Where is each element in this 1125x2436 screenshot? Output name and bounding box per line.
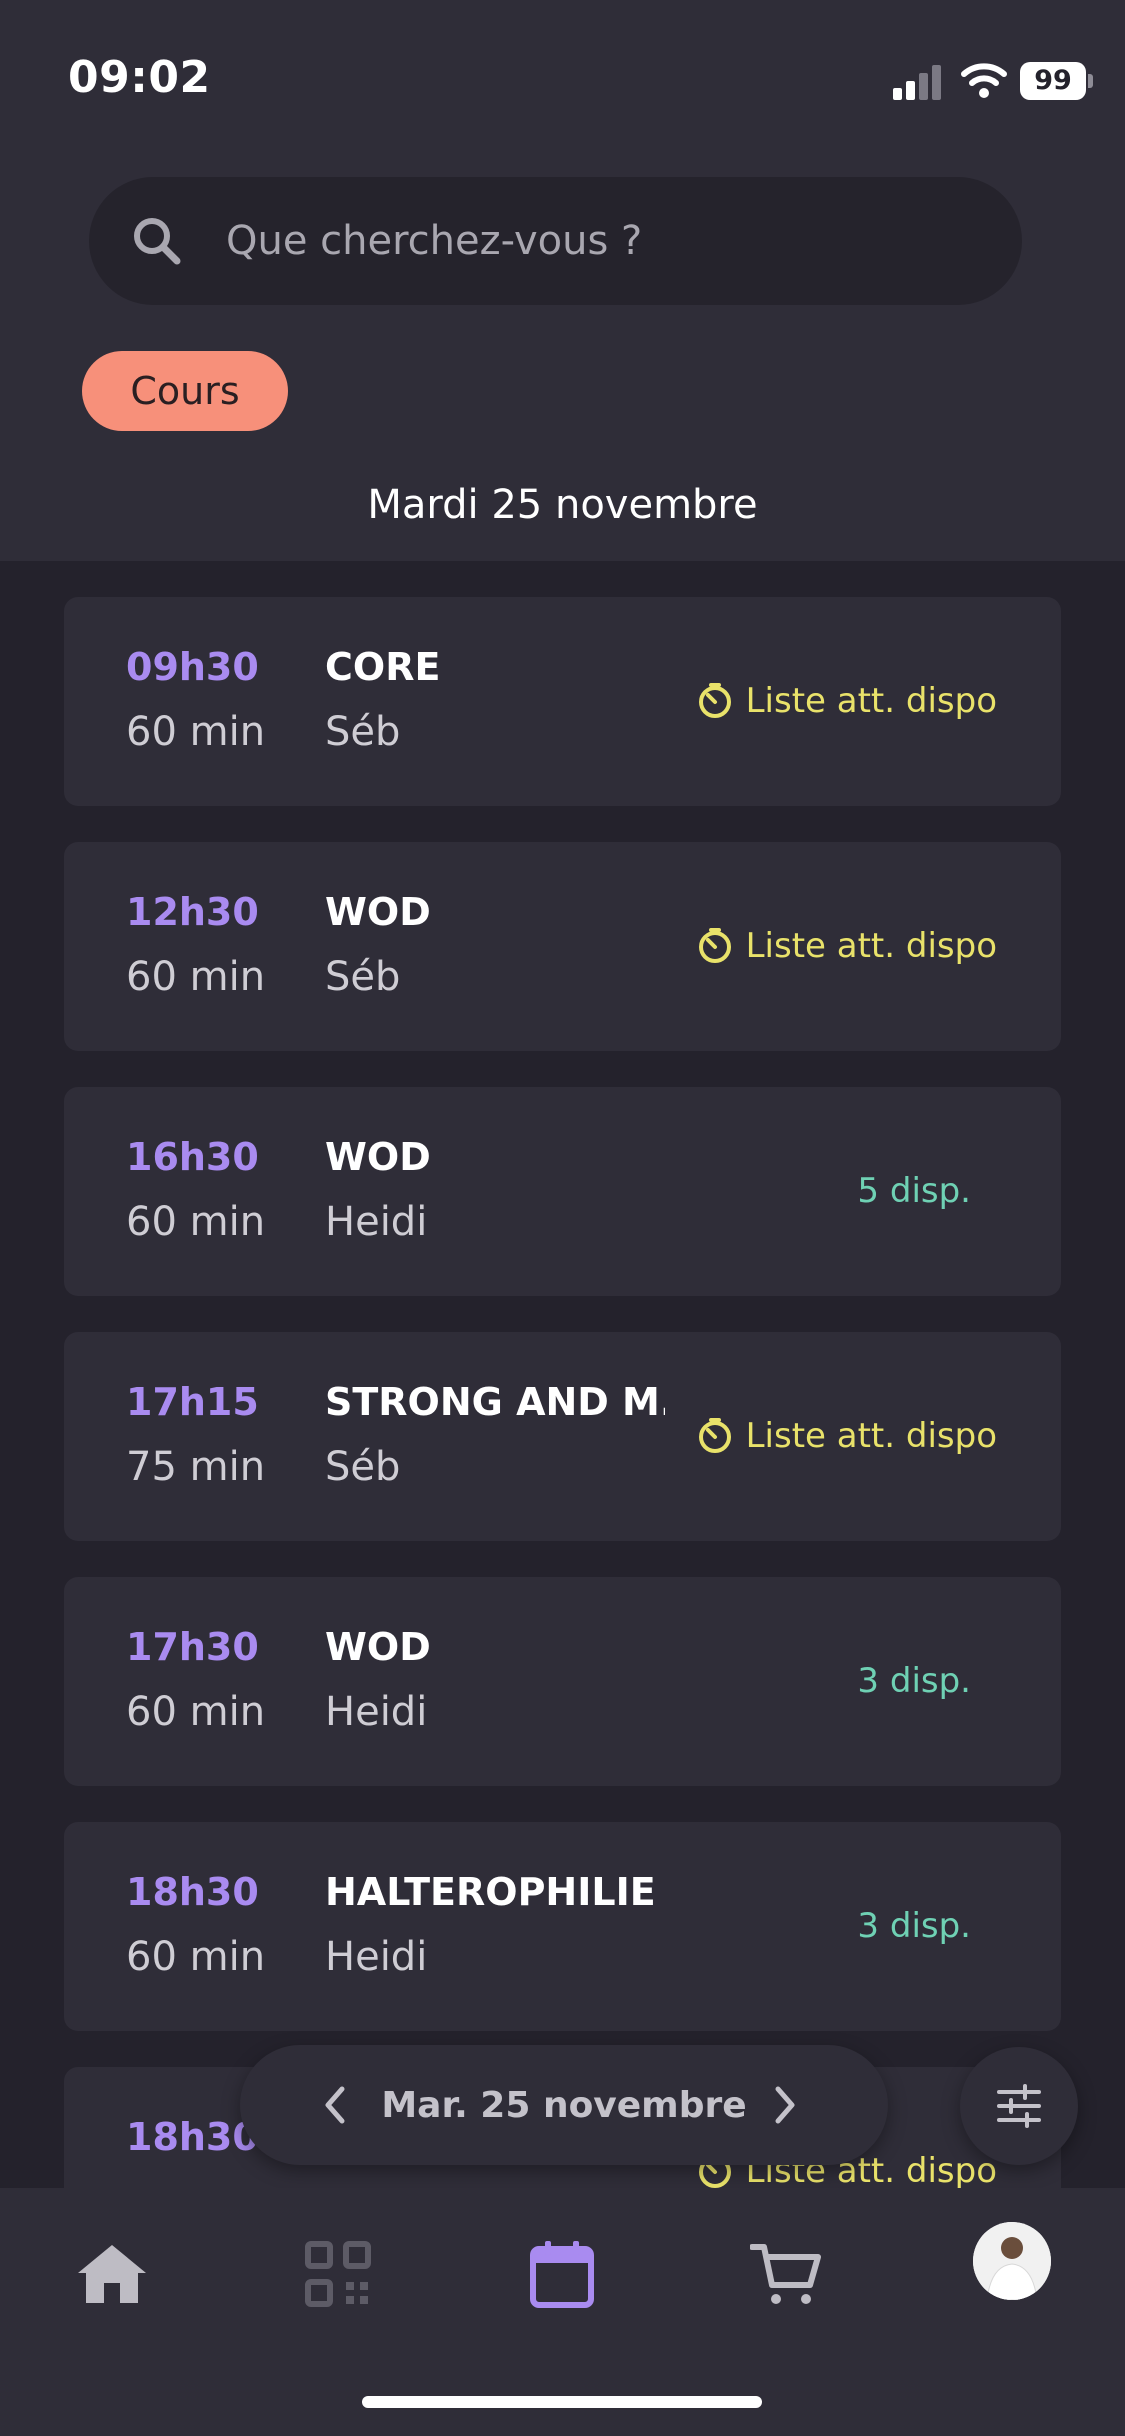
timer-icon bbox=[698, 1418, 731, 1453]
class-coach: Heidi bbox=[325, 1199, 428, 1245]
class-time: 18h30 bbox=[126, 1870, 259, 1914]
search-bar[interactable] bbox=[89, 177, 1022, 305]
class-name: WOD bbox=[325, 890, 431, 934]
sliders-icon bbox=[997, 2084, 1041, 2128]
class-duration: 60 min bbox=[126, 1689, 266, 1735]
class-coach: Séb bbox=[325, 1444, 401, 1490]
class-name: HALTEROPHILIE bbox=[325, 1870, 656, 1914]
class-coach: Heidi bbox=[325, 1689, 428, 1735]
search-icon bbox=[131, 215, 183, 271]
battery-tip bbox=[1088, 74, 1093, 88]
class-name: WOD bbox=[325, 1625, 431, 1669]
class-time: 16h30 bbox=[126, 1135, 259, 1179]
tab-qr[interactable] bbox=[290, 2226, 386, 2322]
class-name: CORE bbox=[325, 645, 441, 689]
tab-profile-avatar[interactable] bbox=[973, 2222, 1051, 2300]
tab-calendar[interactable] bbox=[514, 2226, 610, 2322]
class-status: 3 disp. bbox=[857, 1906, 971, 1946]
filter-chip-cours[interactable]: Cours bbox=[82, 351, 288, 431]
class-name: WOD bbox=[325, 1135, 431, 1179]
cellular-signal-icon bbox=[893, 64, 943, 100]
class-time: 17h30 bbox=[126, 1625, 259, 1669]
tab-cart[interactable] bbox=[738, 2226, 834, 2322]
class-coach: Séb bbox=[325, 709, 401, 755]
class-status-label: Liste att. dispo bbox=[745, 681, 997, 721]
status-bar: 09:02 99 bbox=[0, 0, 1125, 150]
class-status: Liste att. dispo bbox=[696, 681, 997, 721]
qr-code-icon bbox=[305, 2241, 371, 2307]
class-time: 17h15 bbox=[126, 1380, 259, 1424]
cart-icon bbox=[750, 2244, 821, 2304]
avatar-icon bbox=[973, 2222, 1051, 2300]
class-duration: 60 min bbox=[126, 1934, 266, 1980]
class-time: 18h30 bbox=[126, 2115, 259, 2159]
class-duration: 75 min bbox=[126, 1444, 266, 1490]
class-status-label: Liste att. dispo bbox=[745, 1416, 997, 1456]
class-name: STRONG AND M... bbox=[325, 1380, 665, 1424]
chevron-right-icon[interactable] bbox=[770, 2083, 800, 2131]
class-status: Liste att. dispo bbox=[696, 1416, 997, 1456]
class-coach: Heidi bbox=[325, 1934, 428, 1980]
date-navigator: Mar. 25 novembre bbox=[240, 2045, 888, 2165]
tab-home[interactable] bbox=[64, 2226, 160, 2322]
class-status: 3 disp. bbox=[857, 1661, 971, 1701]
calendar-icon bbox=[530, 2241, 594, 2308]
home-indicator bbox=[362, 2396, 762, 2408]
class-coach: Séb bbox=[325, 954, 401, 1000]
class-status: Liste att. dispo bbox=[696, 926, 997, 966]
class-card[interactable]: 17h30 60 min WOD Heidi 3 disp. bbox=[64, 1577, 1061, 1786]
battery-icon: 99 bbox=[1020, 62, 1086, 100]
class-card[interactable]: 12h30 60 min WOD Séb Liste att. dispo bbox=[64, 842, 1061, 1051]
class-duration: 60 min bbox=[126, 1199, 266, 1245]
class-status-label: Liste att. dispo bbox=[745, 926, 997, 966]
class-card[interactable]: 18h30 60 min HALTEROPHILIE Heidi 3 disp. bbox=[64, 1822, 1061, 2031]
date-heading: Mardi 25 novembre bbox=[367, 482, 758, 528]
status-time: 09:02 bbox=[68, 52, 211, 103]
timer-icon bbox=[698, 683, 731, 718]
timer-icon bbox=[698, 928, 731, 963]
class-card[interactable]: 16h30 60 min WOD Heidi 5 disp. bbox=[64, 1087, 1061, 1296]
class-duration: 60 min bbox=[126, 709, 266, 755]
class-card[interactable]: 09h30 60 min CORE Séb Liste att. dispo bbox=[64, 597, 1061, 806]
class-status-label: 3 disp. bbox=[857, 1661, 971, 1701]
class-card[interactable]: 17h15 75 min STRONG AND M... Séb Liste att. … bbox=[64, 1332, 1061, 1541]
search-input[interactable] bbox=[226, 177, 986, 305]
class-status: 5 disp. bbox=[857, 1171, 971, 1211]
class-status-label: 3 disp. bbox=[857, 1906, 971, 1946]
home-icon bbox=[78, 2245, 146, 2303]
class-time: 12h30 bbox=[126, 890, 259, 934]
class-status-label: 5 disp. bbox=[857, 1171, 971, 1211]
class-time: 09h30 bbox=[126, 645, 259, 689]
filter-settings-button[interactable] bbox=[960, 2047, 1078, 2165]
class-duration: 60 min bbox=[126, 954, 266, 1000]
wifi-icon bbox=[960, 62, 1008, 104]
